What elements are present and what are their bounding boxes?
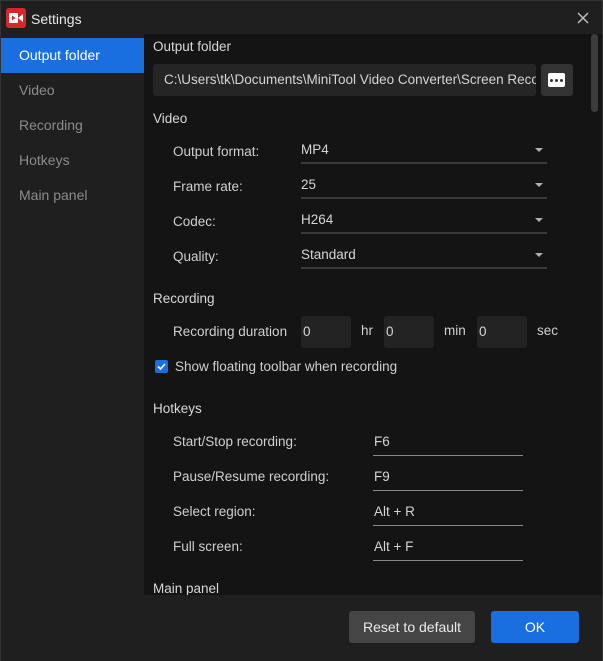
start-stop-hotkey-value: F6: [374, 434, 390, 449]
close-icon[interactable]: [574, 9, 592, 27]
frame-rate-value: 25: [301, 177, 317, 192]
full-screen-hotkey-value: Alt + F: [374, 539, 414, 554]
pause-resume-label: Pause/Resume recording:: [173, 469, 330, 484]
start-stop-hotkey-input[interactable]: F6: [373, 432, 523, 456]
full-screen-label: Full screen:: [173, 539, 243, 554]
select-region-hotkey-value: Alt + R: [374, 504, 415, 519]
dropdown-arrow-icon: [535, 183, 543, 187]
title-bar: Settings: [1, 1, 602, 37]
select-region-label: Select region:: [173, 504, 256, 519]
frame-rate-label: Frame rate:: [173, 179, 243, 194]
quality-value: Standard: [301, 247, 356, 262]
settings-window: Settings Output folder Video Recording H…: [0, 0, 603, 661]
codec-value: H264: [301, 212, 334, 227]
codec-label: Codec:: [173, 214, 216, 229]
settings-content: Output folder C:\Users\tk\Documents\Mini…: [144, 34, 602, 595]
pause-resume-hotkey-value: F9: [374, 469, 390, 484]
pause-resume-hotkey-input[interactable]: F9: [373, 467, 523, 491]
output-format-value: MP4: [301, 142, 329, 157]
seconds-unit: sec: [537, 323, 559, 338]
minutes-unit: min: [444, 323, 466, 338]
browse-button[interactable]: [541, 64, 573, 96]
reset-to-default-button[interactable]: Reset to default: [349, 611, 475, 643]
ellipsis-icon: [548, 73, 565, 87]
video-heading: Video: [153, 111, 188, 126]
sidebar-item-video[interactable]: Video: [1, 73, 144, 108]
floating-toolbar-label[interactable]: Show floating toolbar when recording: [175, 359, 397, 374]
output-path-input[interactable]: C:\Users\tk\Documents\MiniTool Video Con…: [153, 64, 536, 96]
main-panel-heading: Main panel: [153, 581, 220, 595]
seconds-input[interactable]: 0: [477, 316, 527, 348]
frame-rate-select[interactable]: 25: [301, 175, 547, 199]
ok-button[interactable]: OK: [491, 611, 579, 643]
sidebar-item-output-folder[interactable]: Output folder: [1, 38, 144, 73]
dropdown-arrow-icon: [535, 253, 543, 257]
sidebar-item-hotkeys[interactable]: Hotkeys: [1, 143, 144, 178]
full-screen-hotkey-input[interactable]: Alt + F: [373, 537, 523, 561]
floating-toolbar-checkbox[interactable]: [155, 360, 168, 373]
recording-duration-label: Recording duration: [173, 324, 288, 339]
recording-heading: Recording: [153, 291, 215, 306]
hours-input[interactable]: 0: [301, 316, 351, 348]
start-stop-label: Start/Stop recording:: [173, 434, 297, 449]
dropdown-arrow-icon: [535, 218, 543, 222]
sidebar-item-main-panel[interactable]: Main panel: [1, 178, 144, 213]
footer: Reset to default OK: [1, 595, 602, 661]
sidebar: Output folder Video Recording Hotkeys Ma…: [1, 37, 144, 595]
checkmark-icon: [157, 363, 166, 371]
quality-select[interactable]: Standard: [301, 245, 547, 269]
hotkeys-heading: Hotkeys: [153, 401, 202, 416]
select-region-hotkey-input[interactable]: Alt + R: [373, 502, 523, 526]
dropdown-arrow-icon: [535, 148, 543, 152]
output-folder-heading: Output folder: [153, 39, 232, 54]
sidebar-item-recording[interactable]: Recording: [1, 108, 144, 143]
output-format-label: Output format:: [173, 144, 260, 159]
scrollbar[interactable]: [591, 34, 598, 112]
window-title: Settings: [31, 11, 82, 27]
video-camera-icon: [6, 8, 26, 28]
quality-label: Quality:: [173, 249, 219, 264]
hours-unit: hr: [361, 323, 374, 338]
codec-select[interactable]: H264: [301, 210, 547, 234]
minutes-input[interactable]: 0: [384, 316, 434, 348]
output-format-select[interactable]: MP4: [301, 140, 547, 164]
